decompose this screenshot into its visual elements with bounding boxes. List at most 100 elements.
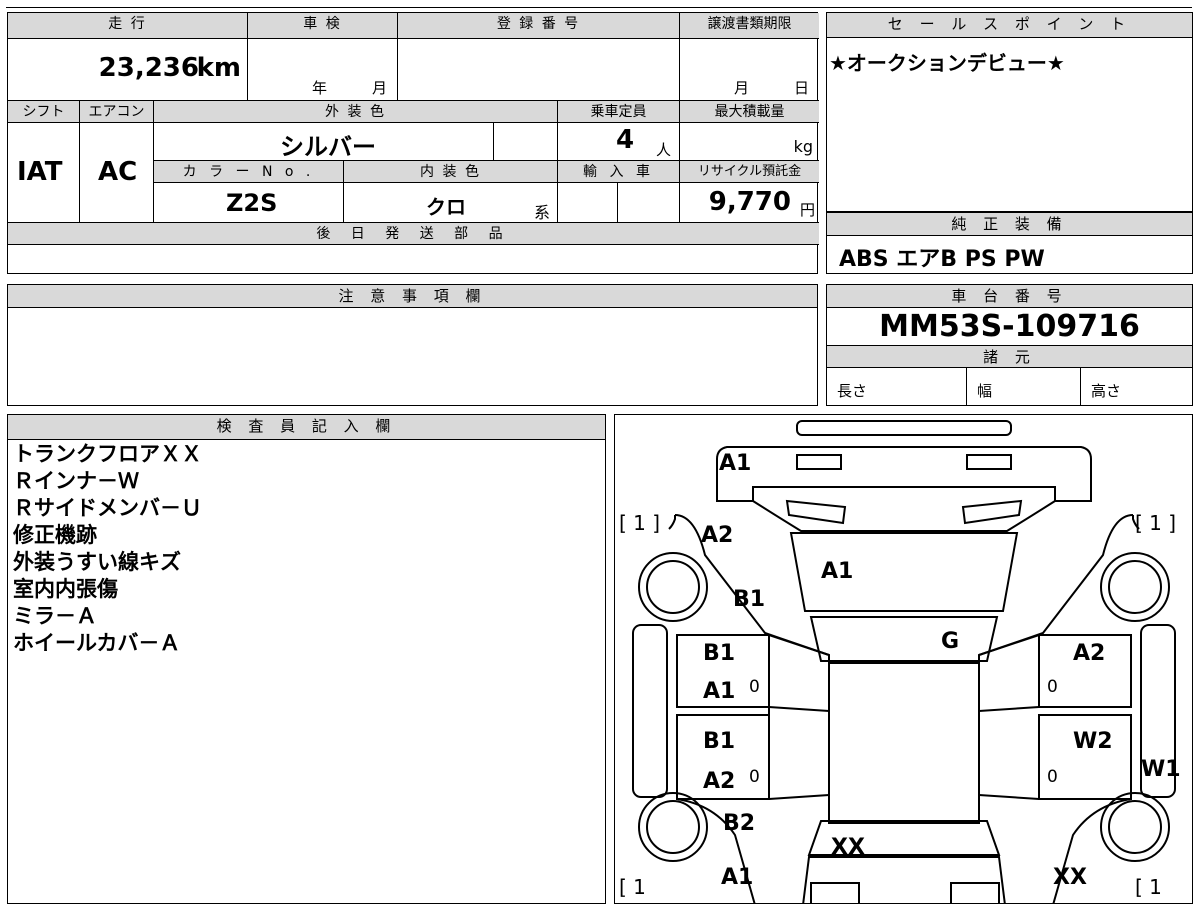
color-no-value: Z2S bbox=[226, 189, 278, 217]
spec-height: 高さ bbox=[1081, 368, 1192, 405]
code-hood: XX bbox=[831, 835, 865, 860]
transfer-deadline-cell: 月 日 bbox=[680, 39, 819, 101]
color-no-header: カ ラ ー N o . bbox=[154, 161, 344, 183]
bracket-bottom-right: [ 1 bbox=[1135, 875, 1162, 899]
recycle-header: リサイクル預託金 bbox=[680, 161, 819, 183]
later-parts-cell bbox=[8, 245, 817, 273]
interior-color-suffix: 系 bbox=[534, 203, 551, 222]
chassis-panel: 車 台 番 号 MM53S-109716 諸 元 長さ 幅 高さ bbox=[826, 284, 1193, 406]
transfer-deadline-header: 譲渡書類期限 bbox=[680, 13, 819, 39]
bracket-top-right: [ 1 ] bbox=[1135, 511, 1177, 535]
spec-length: 長さ bbox=[827, 368, 967, 405]
import-header: 輸 入 車 bbox=[558, 161, 680, 183]
mileage-value: 23,236 bbox=[98, 53, 199, 83]
notes-header: 注 意 事 項 欄 bbox=[8, 285, 817, 308]
code-front-bumper-right: XX bbox=[1053, 865, 1087, 890]
code-rear-glass: G bbox=[941, 629, 960, 654]
deadline-day: 日 bbox=[794, 79, 810, 97]
top-strip bbox=[6, 0, 1192, 8]
code-left-rear-door-2: A1 bbox=[703, 679, 736, 704]
chassis-header: 車 台 番 号 bbox=[827, 285, 1192, 308]
genuine-equipment-panel: 純 正 装 備 ABS エアB PS PW bbox=[826, 212, 1193, 274]
deadline-month: 月 bbox=[734, 79, 750, 97]
zero-marker: 0 bbox=[749, 767, 760, 787]
spec-height-label: 高さ bbox=[1091, 382, 1122, 400]
code-right-rear-door: A2 bbox=[1073, 641, 1106, 666]
code-right-sill: W1 bbox=[1141, 757, 1181, 782]
zero-marker: 0 bbox=[749, 677, 760, 697]
aircon-value: AC bbox=[98, 157, 138, 187]
exterior-color-extra-cell bbox=[494, 123, 558, 161]
inspector-note: ミラ－Ａ bbox=[13, 604, 97, 628]
bracket-bottom-left: [ 1 bbox=[619, 875, 646, 899]
code-left-front-door-2: A2 bbox=[703, 769, 736, 794]
shift-value: IAT bbox=[17, 157, 63, 187]
genuine-equipment-header: 純 正 装 備 bbox=[827, 213, 1192, 236]
inspector-note: 修正機跡 bbox=[13, 523, 97, 547]
aircon-header: エアコン bbox=[80, 101, 154, 123]
interior-color-header: 内 装 色 bbox=[344, 161, 558, 183]
chassis-value: MM53S-109716 bbox=[879, 309, 1140, 344]
zero-marker: 0 bbox=[1047, 767, 1058, 787]
inspection-cell: 年 月 bbox=[248, 39, 398, 101]
code-left-rear-door-1: B1 bbox=[703, 641, 736, 666]
shift-header: シフト bbox=[8, 101, 80, 123]
capacity-header: 乗車定員 bbox=[558, 101, 680, 123]
inspector-note: 外装うすい線キズ bbox=[13, 550, 181, 574]
max-load-header: 最大積載量 bbox=[680, 101, 819, 123]
recycle-value: 9,770 bbox=[708, 187, 791, 217]
mileage-unit: km bbox=[196, 53, 241, 83]
code-rear-left-quarter: A2 bbox=[701, 523, 734, 548]
zero-marker: 0 bbox=[1047, 677, 1058, 697]
specs-header: 諸 元 bbox=[827, 345, 1192, 368]
code-left-front-door-1: B1 bbox=[703, 729, 736, 754]
vehicle-info-table: 走 行 車 検 登 録 番 号 譲渡書類期限 23,236 km 年 月 月 日… bbox=[7, 12, 819, 274]
inspection-year: 年 bbox=[312, 79, 328, 97]
inspector-panel: 検 査 員 記 入 欄 トランクフロアＸＸ Ｒインナ－Ｗ Ｒサイドメンバ－Ｕ 修… bbox=[7, 414, 606, 904]
code-left-fender: B2 bbox=[723, 811, 756, 836]
code-trunk-lid: A1 bbox=[821, 559, 854, 584]
recycle-cell: 9,770 円 bbox=[680, 183, 819, 223]
inspector-note: Ｒインナ－Ｗ bbox=[13, 469, 139, 493]
car-outline bbox=[632, 420, 1176, 903]
code-right-front-door: W2 bbox=[1073, 729, 1113, 754]
import-cell-1 bbox=[558, 183, 618, 223]
import-cell-2 bbox=[618, 183, 680, 223]
sales-point-text: ★オークションデビュー★ bbox=[829, 51, 1065, 75]
color-no-cell: Z2S bbox=[154, 183, 344, 223]
exterior-color-value: シルバー bbox=[280, 133, 376, 161]
mileage-cell: 23,236 km bbox=[8, 39, 248, 101]
code-rear-bumper: A1 bbox=[719, 451, 752, 476]
mileage-header: 走 行 bbox=[8, 13, 248, 39]
spec-width: 幅 bbox=[967, 368, 1081, 405]
sales-point-header: セ ー ル ス ポ イ ン ト bbox=[827, 13, 1192, 38]
max-load-cell: kg bbox=[680, 123, 819, 161]
exterior-color-cell: シルバー bbox=[154, 123, 494, 161]
spec-width-label: 幅 bbox=[977, 382, 993, 400]
capacity-cell: 4 人 bbox=[558, 123, 680, 161]
interior-color-value: クロ bbox=[426, 195, 466, 219]
shift-cell: IAT bbox=[8, 123, 80, 223]
inspector-notes-list: トランクフロアＸＸ Ｒインナ－Ｗ Ｒサイドメンバ－Ｕ 修正機跡 外装うすい線キズ… bbox=[13, 441, 202, 657]
code-front-bumper-left: A1 bbox=[721, 865, 754, 890]
exterior-color-header: 外 装 色 bbox=[154, 101, 558, 123]
max-load-unit: kg bbox=[793, 137, 813, 156]
inspector-note: トランクフロアＸＸ bbox=[13, 442, 202, 466]
registration-header: 登 録 番 号 bbox=[398, 13, 680, 39]
inspector-note: 室内内張傷 bbox=[13, 577, 118, 601]
genuine-equipment-value: ABS エアB PS PW bbox=[839, 247, 1045, 272]
later-parts-header: 後 日 発 送 部 品 bbox=[8, 223, 819, 245]
inspection-month: 月 bbox=[372, 79, 388, 97]
aircon-cell: AC bbox=[80, 123, 154, 223]
recycle-unit: 円 bbox=[799, 201, 815, 219]
sales-point-panel: セ ー ル ス ポ イ ン ト ★オークションデビュー★ bbox=[826, 12, 1193, 212]
bracket-top-left: [ 1 ] bbox=[619, 511, 661, 535]
inspector-header: 検 査 員 記 入 欄 bbox=[8, 415, 605, 440]
registration-cell bbox=[398, 39, 680, 101]
interior-color-cell: クロ 系 bbox=[344, 183, 558, 223]
car-damage-diagram: A1 A2 A1 B1 G B1 A1 B1 A2 A2 W2 W1 B2 XX… bbox=[614, 414, 1193, 904]
inspection-header: 車 検 bbox=[248, 13, 398, 39]
code-rear-left-lower: B1 bbox=[733, 587, 766, 612]
capacity-unit: 人 bbox=[656, 141, 672, 159]
spec-length-label: 長さ bbox=[837, 382, 868, 400]
